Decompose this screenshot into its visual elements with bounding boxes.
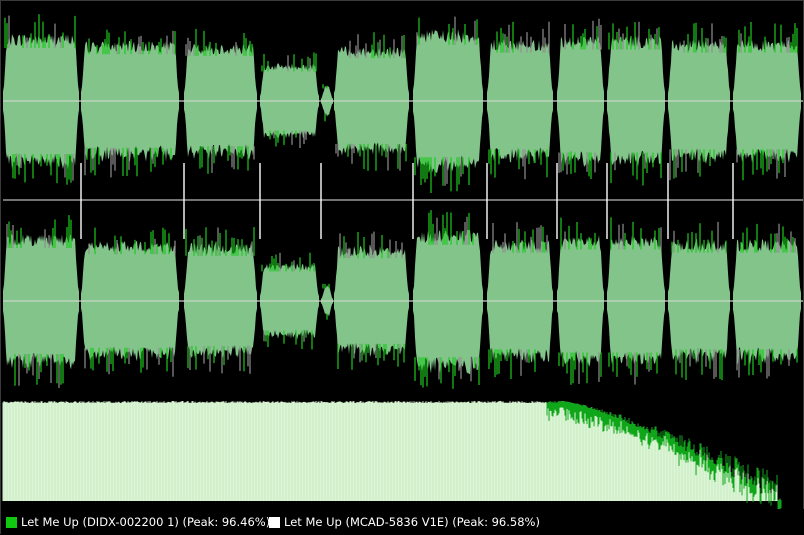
waveform-segment [184,43,257,160]
waveform-segment [81,41,179,163]
waveform-segment [733,239,801,366]
legend-label-didx: Let Me Up (DIDX-002200 1) (Peak: 96.46%) [21,515,271,529]
legend-item-didx: Let Me Up (DIDX-002200 1) (Peak: 96.46%) [6,511,270,533]
waveform-channel-left [3,14,803,193]
waveform-comparison-viewer: Let Me Up (DIDX-002200 1) (Peak: 96.46%)… [0,0,804,535]
waveform-segment [607,235,665,365]
legend-item-mcad: Let Me Up (MCAD-5836 V1E) (Peak: 96.58%) [269,511,540,533]
waveform-segment [3,234,79,370]
waveform-channel-right [3,210,803,389]
waveform-segment [487,39,553,165]
legend-swatch-white [269,516,280,528]
legend-label-mcad: Let Me Up (MCAD-5836 V1E) (Peak: 96.58%) [284,515,540,529]
legend-swatch-green [6,516,17,528]
legend: Let Me Up (DIDX-002200 1) (Peak: 96.46%)… [1,509,804,535]
waveform-canvas[interactable] [1,1,804,535]
